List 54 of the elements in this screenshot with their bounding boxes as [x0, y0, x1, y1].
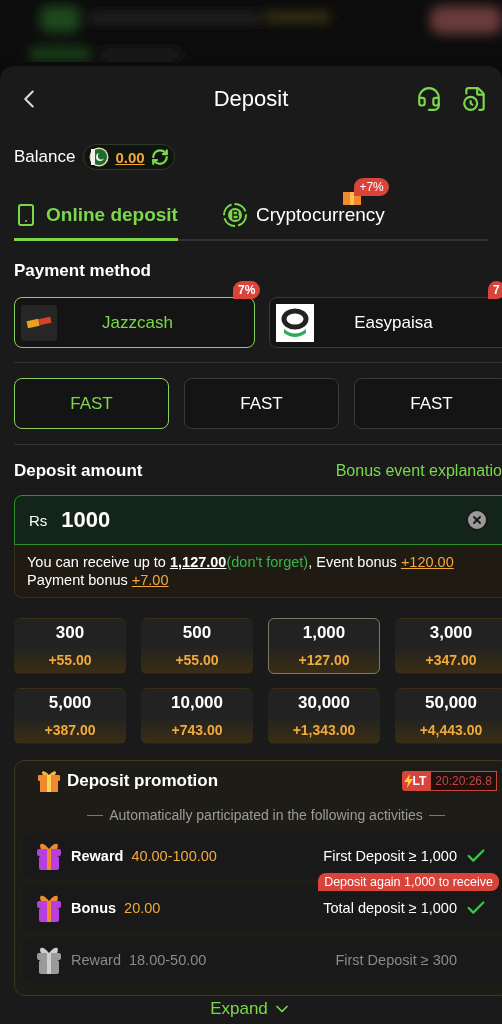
condition-text: Total deposit ≥ 1,000: [323, 900, 457, 916]
payment-method-card[interactable]: Easypaisa: [269, 297, 502, 348]
promotion-title: Deposit promotion: [67, 771, 219, 791]
page-title: Deposit: [213, 86, 289, 112]
amount-option[interactable]: 30,000 +1,343.00: [268, 688, 380, 744]
currency-label: Rs: [29, 511, 48, 529]
reward-value: 18.00-50.00: [128, 952, 207, 968]
amount-option[interactable]: 5,000 +387.00: [14, 688, 126, 744]
amount-value: 1000: [61, 507, 112, 533]
condition-text: First Deposit ≥ 300: [335, 952, 457, 968]
amount-option[interactable]: 50,000 +4,443.00: [395, 688, 502, 744]
gift-icon: [37, 769, 61, 793]
gift-icon: [35, 945, 63, 975]
amount-option[interactable]: 500 +55.00: [141, 618, 253, 674]
bonus-explanation-link[interactable]: Bonus event explanatio: [335, 462, 502, 480]
logo-icon: [276, 303, 314, 342]
reward-label: Reward: [71, 952, 121, 968]
balance-amount: 0.00: [115, 148, 145, 166]
balance-label: Balance: [14, 147, 76, 167]
clear-icon[interactable]: [465, 508, 489, 532]
amount-option[interactable]: 1,000 +127.00: [268, 618, 380, 674]
countdown-timer: LT 20:20:26.8: [401, 771, 497, 791]
bitcoin-icon: [221, 202, 248, 228]
promotion-subtitle: Automatically participated in the following activities: [109, 807, 423, 823]
amount-option[interactable]: 10,000 +743.00: [141, 688, 253, 744]
support-button[interactable]: [416, 86, 442, 112]
gift-icon: [35, 841, 63, 871]
history-button[interactable]: [462, 86, 488, 112]
condition-text: First Deposit ≥ 1,000: [323, 848, 457, 864]
lightning-icon: [403, 774, 413, 788]
section-title: Payment method: [14, 261, 152, 281]
channel-button[interactable]: FAST: [14, 378, 169, 429]
channel-button[interactable]: FAST: [184, 378, 339, 429]
tooltip: Deposit again 1,000 to receive: [318, 873, 499, 891]
reward-label: Bonus: [71, 900, 117, 916]
deposit-tab[interactable]: Online deposit: [14, 198, 178, 241]
gift-icon: [35, 893, 63, 923]
amount-field[interactable]: Rs 1000: [14, 495, 502, 545]
percent-badge: 7: [488, 281, 502, 299]
payment-method-card[interactable]: Jazzcash: [14, 297, 255, 348]
percent-badge: 7%: [233, 281, 261, 299]
amount-option[interactable]: 300 +55.00: [14, 618, 126, 674]
refresh-button[interactable]: [150, 148, 169, 166]
bonus-badge: +7%: [354, 178, 389, 196]
section-title: Deposit amount: [14, 461, 143, 481]
amount-option[interactable]: 3,000 +347.00: [395, 618, 502, 674]
expand-button[interactable]: Expand: [204, 998, 298, 1020]
channel-button[interactable]: FAST: [354, 378, 502, 429]
logo-icon: [21, 304, 57, 341]
reward-value: 20.00: [124, 900, 161, 916]
flag-coin-icon: [89, 147, 110, 167]
reward-value: 40.00-100.00: [131, 848, 217, 864]
reward-label: Reward: [71, 848, 124, 864]
bonus-info-text: You can receive up to 1,127.00(don't forget), Event bonus +120.00 Payment bonus +7.00: [14, 545, 502, 598]
